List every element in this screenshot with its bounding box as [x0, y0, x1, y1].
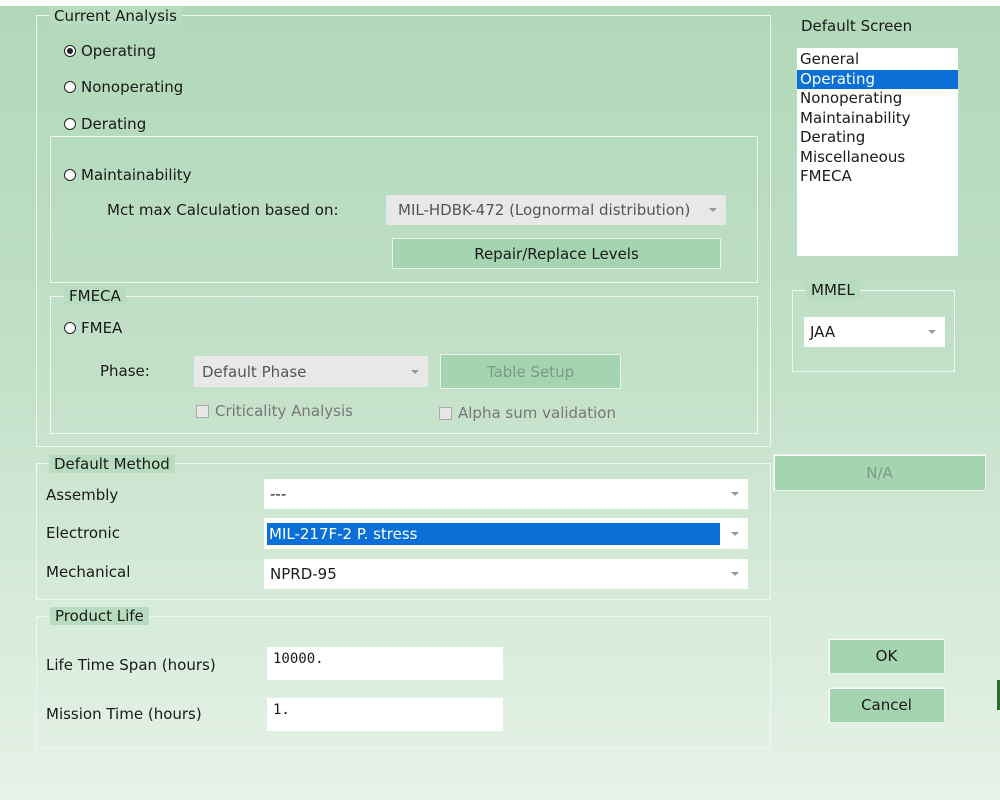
mmel-select[interactable]: JAA: [804, 317, 945, 347]
mct-select[interactable]: MIL-HDBK-472 (Lognormal distribution): [386, 195, 726, 225]
ok-button[interactable]: OK: [828, 638, 945, 674]
chevron-down-icon: [731, 531, 739, 536]
radio-nonoperating[interactable]: Nonoperating: [64, 78, 183, 96]
product-life-title: Product Life: [50, 607, 149, 625]
radio-fmea-circle[interactable]: [64, 322, 76, 334]
mct-label: Mct max Calculation based on:: [107, 201, 339, 219]
life-time-span-input[interactable]: 10000.: [267, 647, 503, 680]
phase-select[interactable]: Default Phase: [194, 356, 428, 387]
na-button[interactable]: N/A: [773, 454, 986, 491]
assembly-label: Assembly: [46, 486, 119, 504]
list-item[interactable]: Derating: [797, 128, 958, 148]
mechanical-select[interactable]: NPRD-95: [264, 559, 748, 589]
mission-time-input[interactable]: 1.: [267, 698, 503, 731]
list-item[interactable]: Maintainability: [797, 109, 958, 129]
alpha-sum-label: Alpha sum validation: [458, 404, 616, 422]
chevron-down-icon: [411, 369, 419, 374]
chevron-down-icon: [928, 330, 936, 334]
criticality-checkbox-row[interactable]: Criticality Analysis: [196, 402, 353, 420]
alpha-sum-checkbox[interactable]: [439, 406, 452, 420]
electronic-select-value: MIL-217F-2 P. stress: [267, 522, 720, 545]
table-setup-button[interactable]: Table Setup: [440, 354, 621, 389]
criticality-label: Criticality Analysis: [215, 402, 353, 420]
alpha-sum-checkbox-row[interactable]: Alpha sum validation: [439, 404, 616, 422]
default-screen-title: Default Screen: [801, 17, 913, 35]
default-method-title: Default Method: [49, 455, 175, 473]
phase-label: Phase:: [100, 362, 150, 380]
phase-select-value: Default Phase: [202, 362, 307, 381]
radio-operating[interactable]: Operating: [64, 42, 156, 60]
radio-derating-label: Derating: [81, 115, 147, 133]
radio-operating-label: Operating: [81, 42, 156, 60]
electronic-label: Electronic: [46, 524, 120, 542]
chevron-down-icon: [709, 208, 717, 212]
list-item-selected[interactable]: Operating: [797, 69, 958, 89]
cancel-button[interactable]: Cancel: [828, 687, 945, 723]
mechanical-select-value: NPRD-95: [270, 565, 337, 583]
current-analysis-title: Current Analysis: [49, 7, 182, 25]
fmeca-title: FMECA: [64, 287, 126, 305]
radio-maintainability-label: Maintainability: [81, 166, 192, 184]
list-item[interactable]: FMECA: [797, 167, 958, 187]
mission-time-label: Mission Time (hours): [46, 705, 202, 723]
radio-fmea[interactable]: FMEA: [64, 319, 122, 337]
mmel-select-value: JAA: [810, 323, 836, 341]
default-screen-list[interactable]: General Operating Nonoperating Maintaina…: [797, 48, 958, 256]
chevron-down-icon: [731, 492, 739, 496]
radio-nonoperating-circle[interactable]: [64, 81, 76, 93]
radio-fmea-label: FMEA: [81, 319, 123, 337]
life-time-span-label: Life Time Span (hours): [46, 656, 216, 674]
chevron-down-icon: [731, 572, 739, 576]
title-bar-edge: [0, 0, 1000, 6]
radio-derating-circle[interactable]: [64, 118, 76, 130]
radio-derating[interactable]: Derating: [64, 115, 146, 133]
assembly-select-value: ---: [270, 485, 287, 503]
mmel-title: MMEL: [806, 281, 860, 299]
list-item[interactable]: Miscellaneous: [797, 148, 958, 168]
assembly-select[interactable]: ---: [264, 479, 748, 509]
electronic-select[interactable]: MIL-217F-2 P. stress: [264, 518, 748, 549]
mechanical-label: Mechanical: [46, 563, 131, 581]
list-item[interactable]: Nonoperating: [797, 89, 958, 109]
radio-nonoperating-label: Nonoperating: [81, 78, 184, 96]
repair-replace-button[interactable]: Repair/Replace Levels: [392, 238, 721, 269]
radio-operating-circle[interactable]: [64, 45, 76, 57]
list-item[interactable]: General: [797, 50, 958, 70]
mct-select-value: MIL-HDBK-472 (Lognormal distribution): [398, 201, 691, 219]
criticality-checkbox[interactable]: [196, 404, 209, 418]
radio-maintainability[interactable]: Maintainability: [64, 166, 192, 184]
radio-maintainability-circle[interactable]: [64, 169, 76, 181]
